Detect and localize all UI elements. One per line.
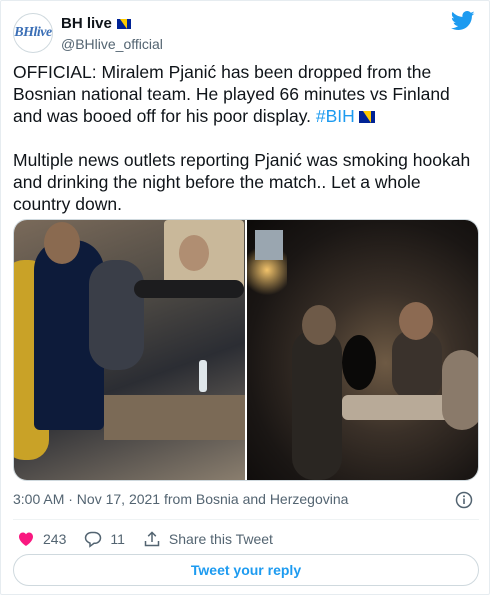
reply-action[interactable]: 11 xyxy=(84,530,125,548)
tweet-body: OFFICIAL: Miralem Pjanić has been droppe… xyxy=(13,61,479,237)
tweet-paragraph-1: OFFICIAL: Miralem Pjanić has been droppe… xyxy=(13,61,479,127)
author-info[interactable]: BH live @BHlive_official xyxy=(61,15,163,52)
tweet-header: BHlive BH live @BHlive_official xyxy=(13,11,479,53)
hashtag-link[interactable]: #BIH xyxy=(316,106,355,126)
photo-person-right xyxy=(442,350,478,430)
tweet-timestamp[interactable]: 3:00 AM · Nov 17, 2021 from Bosnia and H… xyxy=(13,491,348,507)
tweet-media xyxy=(13,219,479,481)
author-display-name[interactable]: BH live xyxy=(61,15,131,32)
info-icon[interactable] xyxy=(455,491,473,509)
tweet-actions: 243 11 Share this Tweet xyxy=(17,529,291,549)
reply-bubble-icon xyxy=(85,531,102,548)
photo-table xyxy=(104,395,245,440)
photo-table-light xyxy=(342,395,452,420)
twitter-bird-icon[interactable] xyxy=(451,11,475,31)
share-label: Share this Tweet xyxy=(168,531,273,547)
reply-count: 11 xyxy=(110,531,125,547)
author-name-text: BH live xyxy=(61,15,112,32)
heart-icon xyxy=(19,532,33,546)
photo-person-head xyxy=(44,222,80,264)
tweet-card: BHlive BH live @BHlive_official OFFICIAL… xyxy=(0,0,490,595)
author-avatar[interactable]: BHlive xyxy=(13,13,53,53)
photo-picture-frame xyxy=(255,230,283,260)
share-action[interactable]: Share this Tweet xyxy=(143,530,273,548)
tweet-reply-label: Tweet your reply xyxy=(190,562,302,578)
tweet-paragraph-2: Multiple news outlets reporting Pjanić w… xyxy=(13,150,471,214)
like-count: 243 xyxy=(43,531,67,547)
photo-bar-table[interactable] xyxy=(14,220,245,480)
photo-dark-bar[interactable] xyxy=(247,220,478,480)
bosnia-flag-emoji-icon xyxy=(358,111,375,123)
photo-hookah xyxy=(134,280,244,298)
avatar-logo-text: BHlive xyxy=(14,25,52,40)
photo-person-center xyxy=(392,330,442,400)
photo-person-center-head xyxy=(399,302,433,340)
share-icon xyxy=(144,531,160,547)
like-action[interactable]: 243 xyxy=(17,530,66,548)
divider-top xyxy=(13,519,479,520)
photo-bottle xyxy=(199,360,207,392)
author-handle[interactable]: @BHlive_official xyxy=(61,36,163,52)
photo-person-left xyxy=(292,330,342,480)
photo-person-center xyxy=(89,260,144,370)
photo-person-back-head xyxy=(179,235,209,271)
photo-person-left-head xyxy=(302,305,336,345)
tweet-paragraph-1-text: OFFICIAL: Miralem Pjanić has been droppe… xyxy=(13,62,450,126)
photo-person-dark-hair xyxy=(342,335,376,390)
tweet-reply-button[interactable]: Tweet your reply xyxy=(13,554,479,586)
bosnia-flag-icon xyxy=(116,18,131,29)
